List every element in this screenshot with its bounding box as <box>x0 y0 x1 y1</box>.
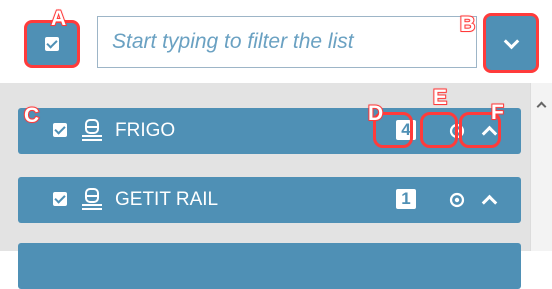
list-scrollbar[interactable] <box>530 83 552 251</box>
chevron-up-icon[interactable] <box>481 194 498 211</box>
eye-button-highlight <box>420 112 458 148</box>
list-item-label: GETIT RAIL <box>115 189 219 210</box>
checkbox-checked-icon[interactable] <box>53 123 67 137</box>
callout-marker-c: C <box>23 103 40 128</box>
callout-marker-b: B <box>459 12 476 37</box>
dropdown-toggle-button[interactable] <box>483 13 539 73</box>
filter-input[interactable] <box>110 29 476 55</box>
train-icon <box>82 188 102 210</box>
count-badge: 1 <box>396 189 416 209</box>
checkbox-checked-icon <box>45 37 59 51</box>
train-icon <box>82 119 102 141</box>
callout-marker-a: A <box>50 6 67 31</box>
eye-icon[interactable] <box>449 192 465 208</box>
toolbar <box>0 0 552 80</box>
scroll-up-arrow-icon[interactable] <box>536 101 547 112</box>
callout-marker-f: F <box>490 100 505 125</box>
checkbox-checked-icon[interactable] <box>53 192 67 206</box>
chevron-down-icon <box>503 33 519 49</box>
list-item[interactable] <box>18 243 521 289</box>
callout-marker-d: D <box>367 101 384 126</box>
list-item[interactable]: GETIT RAIL 1 <box>18 177 521 223</box>
list-item-label: FRIGO <box>115 120 176 141</box>
callout-marker-e: E <box>432 85 448 110</box>
filter-field[interactable] <box>97 16 477 68</box>
